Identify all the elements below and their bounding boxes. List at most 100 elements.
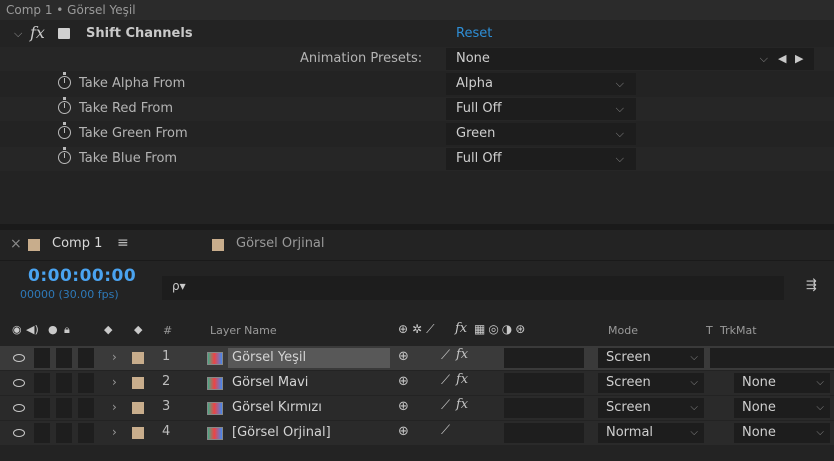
layer-search-input[interactable]: ρ▾: [162, 276, 784, 300]
solo-cell[interactable]: [56, 398, 72, 418]
close-tab-icon[interactable]: ×: [10, 236, 22, 252]
table-row[interactable]: › 3 Görsel Kırmızı ⊕ ⟋ fx Screen ⌵ None ⌵: [0, 396, 834, 420]
trkmat-dropdown[interactable]: None ⌵: [734, 373, 830, 393]
trkmat-header[interactable]: TrkMat: [720, 324, 757, 337]
trkmat-dropdown[interactable]: None ⌵: [734, 398, 830, 418]
panel-menu-icon[interactable]: ≡: [117, 235, 129, 251]
audio-cell[interactable]: [34, 348, 50, 368]
quality-icon[interactable]: ⟋: [441, 423, 450, 438]
audio-cell[interactable]: [34, 398, 50, 418]
property-label[interactable]: Take Red From: [58, 97, 173, 121]
shy-icon[interactable]: ⊕: [398, 374, 409, 389]
label-color-swatch[interactable]: [132, 352, 144, 364]
layer-name[interactable]: [Görsel Orjinal]: [228, 423, 390, 443]
layer-name-header[interactable]: Layer Name: [210, 324, 277, 337]
eye-icon[interactable]: [13, 354, 25, 362]
solo-cell[interactable]: [56, 348, 72, 368]
label-tag-icon[interactable]: ◆: [104, 323, 112, 336]
comp-flowchart-icon[interactable]: ⇶: [806, 278, 817, 293]
stopwatch-icon[interactable]: [58, 122, 71, 139]
property-dropdown[interactable]: Alpha ⌵: [446, 73, 636, 95]
t-header[interactable]: T: [706, 324, 713, 337]
solo-cell[interactable]: [56, 423, 72, 443]
mode-dropdown[interactable]: Normal ⌵: [598, 423, 704, 443]
expand-arrow-icon[interactable]: ›: [112, 350, 117, 364]
trkmat-dropdown[interactable]: None ⌵: [734, 423, 830, 443]
property-label[interactable]: Take Green From: [58, 122, 188, 146]
layer-name[interactable]: Görsel Yeşil: [228, 348, 390, 368]
mode-dropdown[interactable]: Screen ⌵: [598, 398, 704, 418]
property-dropdown[interactable]: Green ⌵: [446, 123, 636, 145]
chevron-down-icon: ⌵: [816, 377, 824, 388]
stopwatch-icon[interactable]: [58, 147, 71, 164]
fx-icon[interactable]: fx: [456, 397, 468, 412]
collapse-chevron-icon[interactable]: ⌵: [14, 22, 22, 46]
tab-comp-1[interactable]: Comp 1: [52, 236, 102, 251]
eye-icon[interactable]: [13, 429, 25, 437]
current-time-display[interactable]: 0:00:00:00: [28, 266, 136, 286]
fx-icon[interactable]: fx: [456, 372, 468, 387]
switches-cell[interactable]: [504, 398, 584, 418]
presets-value: None: [456, 51, 490, 66]
prev-preset-icon[interactable]: ◀: [778, 47, 786, 71]
lock-cell[interactable]: [78, 373, 94, 393]
trkmat-cell[interactable]: [710, 348, 834, 368]
switches-cell[interactable]: [504, 423, 584, 443]
property-dropdown[interactable]: Full Off ⌵: [446, 148, 636, 170]
table-row[interactable]: › 1 Görsel Yeşil ⊕ ⟋ fx Screen ⌵: [0, 346, 834, 370]
tab-gorsel-orjinal[interactable]: Görsel Orjinal: [236, 236, 325, 251]
mode-value: Screen: [606, 375, 651, 390]
switches-cell[interactable]: [504, 348, 584, 368]
shy-icon[interactable]: ⊕: [398, 399, 409, 414]
mode-header[interactable]: Mode: [608, 324, 638, 337]
audio-cell[interactable]: [34, 423, 50, 443]
quality-icon[interactable]: ⟋: [441, 348, 450, 363]
audio-switch-icon[interactable]: ◀): [26, 323, 39, 336]
property-label-text: Take Green From: [79, 126, 188, 141]
label-color-swatch[interactable]: [132, 377, 144, 389]
effect-header-row[interactable]: ⌵ fx Shift Channels Reset: [0, 22, 834, 46]
property-label[interactable]: Take Blue From: [58, 147, 177, 171]
eye-icon[interactable]: [13, 379, 25, 387]
lock-cell[interactable]: [78, 348, 94, 368]
video-switch-icon[interactable]: ◉: [12, 323, 22, 336]
lock-icon[interactable]: 🔒︎: [64, 323, 70, 337]
label-color-swatch[interactable]: [132, 402, 144, 414]
chevron-down-icon: ⌵: [816, 427, 824, 438]
shy-icon[interactable]: ⊕: [398, 349, 409, 364]
table-row[interactable]: › 4 [Görsel Orjinal] ⊕ ⟋ Normal ⌵ None ⌵: [0, 421, 834, 445]
table-row[interactable]: › 2 Görsel Mavi ⊕ ⟋ fx Screen ⌵ None ⌵: [0, 371, 834, 395]
property-label-text: Take Alpha From: [79, 76, 186, 91]
layer-number-header[interactable]: #: [163, 324, 172, 337]
lock-cell[interactable]: [78, 423, 94, 443]
expand-arrow-icon[interactable]: ›: [112, 425, 117, 439]
mode-value: Normal: [606, 425, 654, 440]
quality-icon[interactable]: ⟋: [441, 398, 450, 413]
solo-cell[interactable]: [56, 373, 72, 393]
next-preset-icon[interactable]: ▶: [795, 47, 803, 71]
expand-arrow-icon[interactable]: ›: [112, 375, 117, 389]
solo-icon[interactable]: ●: [48, 323, 58, 336]
lock-cell[interactable]: [78, 398, 94, 418]
fx-icon[interactable]: fx: [456, 347, 468, 362]
layer-name[interactable]: Görsel Mavi: [228, 373, 390, 393]
shy-icon[interactable]: ⊕: [398, 424, 409, 439]
presets-dropdown[interactable]: None ⌵: [446, 48, 814, 70]
mode-dropdown[interactable]: Screen ⌵: [598, 348, 704, 368]
property-dropdown[interactable]: Full Off ⌵: [446, 98, 636, 120]
mode-dropdown[interactable]: Screen ⌵: [598, 373, 704, 393]
reset-link[interactable]: Reset: [456, 22, 492, 46]
expand-arrow-icon[interactable]: ›: [112, 400, 117, 414]
switches-cell[interactable]: [504, 373, 584, 393]
stopwatch-icon[interactable]: [58, 72, 71, 89]
chevron-down-icon: ⌵: [690, 402, 698, 413]
label-color-swatch[interactable]: [132, 427, 144, 439]
property-label[interactable]: Take Alpha From: [58, 72, 185, 96]
audio-cell[interactable]: [34, 373, 50, 393]
fx-toggle-icon[interactable]: fx: [30, 21, 45, 45]
layer-name[interactable]: Görsel Kırmızı: [228, 398, 390, 418]
stopwatch-icon[interactable]: [58, 97, 71, 114]
eye-icon[interactable]: [13, 404, 25, 412]
quality-icon[interactable]: ⟋: [441, 373, 450, 388]
effect-name: Shift Channels: [86, 26, 193, 41]
